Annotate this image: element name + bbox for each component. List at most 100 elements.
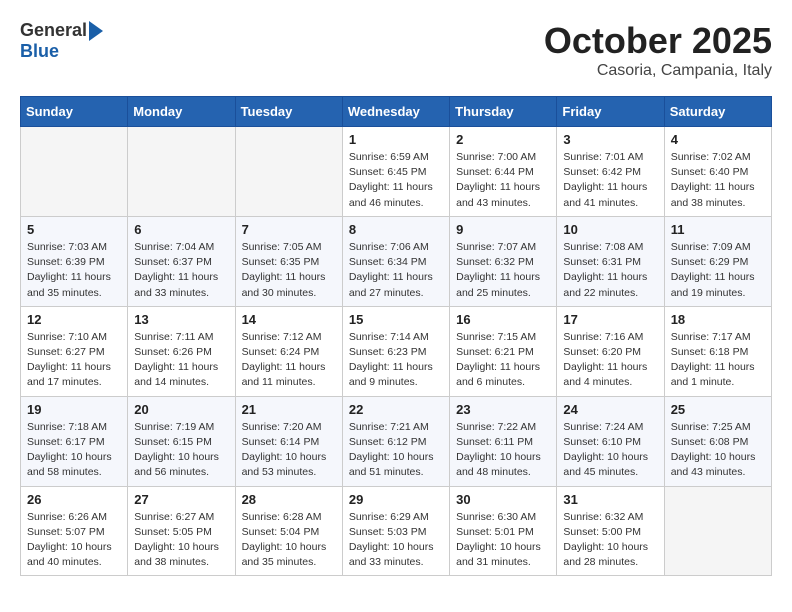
weekday-header: Friday <box>557 97 664 127</box>
weekday-header: Tuesday <box>235 97 342 127</box>
calendar-cell: 7Sunrise: 7:05 AMSunset: 6:35 PMDaylight… <box>235 216 342 306</box>
day-number: 24 <box>563 402 657 417</box>
calendar-cell: 8 Sunrise: 7:06 AMSunset: 6:34 PMDaylight… <box>342 216 449 306</box>
day-info: Sunrise: 6:59 AMSunset: 6:45 PMDaylight:… <box>349 150 443 211</box>
calendar-cell: 3 Sunrise: 7:01 AMSunset: 6:42 PMDaylight… <box>557 127 664 217</box>
calendar-cell <box>128 127 235 217</box>
calendar-cell <box>664 486 771 576</box>
calendar-cell: 31 Sunrise: 6:32 AMSunset: 5:00 PMDayligh… <box>557 486 664 576</box>
day-info: Sunrise: 7:03 AMSunset: 6:39 PMDaylight:… <box>27 240 121 301</box>
day-info: Sunrise: 7:12 AMSunset: 6:24 PMDaylight:… <box>242 330 336 391</box>
day-number: 30 <box>456 492 550 507</box>
calendar-cell: 9 Sunrise: 7:07 AMSunset: 6:32 PMDaylight… <box>450 216 557 306</box>
calendar-cell <box>21 127 128 217</box>
weekday-header: Wednesday <box>342 97 449 127</box>
day-info: Sunrise: 7:11 AMSunset: 6:26 PMDaylight:… <box>134 330 228 391</box>
day-number: 20 <box>134 402 228 417</box>
day-number: 5 <box>27 222 121 237</box>
calendar-cell: 5 Sunrise: 7:03 AMSunset: 6:39 PMDaylight… <box>21 216 128 306</box>
calendar-cell: 22 Sunrise: 7:21 AMSunset: 6:12 PMDayligh… <box>342 396 449 486</box>
calendar-cell: 20 Sunrise: 7:19 AMSunset: 6:15 PMDayligh… <box>128 396 235 486</box>
calendar-cell: 11 Sunrise: 7:09 AMSunset: 6:29 PMDayligh… <box>664 216 771 306</box>
calendar-week-row: 12 Sunrise: 7:10 AMSunset: 6:27 PMDayligh… <box>21 306 772 396</box>
weekday-header: Saturday <box>664 97 771 127</box>
day-info: Sunrise: 7:22 AMSunset: 6:11 PMDaylight:… <box>456 420 550 481</box>
calendar-cell: 23 Sunrise: 7:22 AMSunset: 6:11 PMDayligh… <box>450 396 557 486</box>
calendar-cell: 26 Sunrise: 6:26 AMSunset: 5:07 PMDayligh… <box>21 486 128 576</box>
calendar-week-row: 1 Sunrise: 6:59 AMSunset: 6:45 PMDaylight… <box>21 127 772 217</box>
day-number: 3 <box>563 132 657 147</box>
day-number: 13 <box>134 312 228 327</box>
day-number: 17 <box>563 312 657 327</box>
calendar-cell: 14 Sunrise: 7:12 AMSunset: 6:24 PMDayligh… <box>235 306 342 396</box>
day-number: 8 <box>349 222 443 237</box>
day-number: 27 <box>134 492 228 507</box>
day-number: 15 <box>349 312 443 327</box>
day-info: Sunrise: 7:18 AMSunset: 6:17 PMDaylight:… <box>27 420 121 481</box>
day-info: Sunrise: 7:08 AMSunset: 6:31 PMDaylight:… <box>563 240 657 301</box>
calendar-cell: 13 Sunrise: 7:11 AMSunset: 6:26 PMDayligh… <box>128 306 235 396</box>
day-info: Sunrise: 7:10 AMSunset: 6:27 PMDaylight:… <box>27 330 121 391</box>
day-info: Sunrise: 6:26 AMSunset: 5:07 PMDaylight:… <box>27 510 121 571</box>
day-info: Sunrise: 6:27 AMSunset: 5:05 PMDaylight:… <box>134 510 228 571</box>
day-info: Sunrise: 7:09 AMSunset: 6:29 PMDaylight:… <box>671 240 765 301</box>
day-info: Sunrise: 7:19 AMSunset: 6:15 PMDaylight:… <box>134 420 228 481</box>
day-info: Sunrise: 7:07 AMSunset: 6:32 PMDaylight:… <box>456 240 550 301</box>
day-info: Sunrise: 7:16 AMSunset: 6:20 PMDaylight:… <box>563 330 657 391</box>
day-number: 11 <box>671 222 765 237</box>
calendar-cell <box>235 127 342 217</box>
logo-arrow-icon <box>89 21 103 41</box>
calendar-table: SundayMondayTuesdayWednesdayThursdayFrid… <box>20 96 772 576</box>
day-number: 18 <box>671 312 765 327</box>
calendar-cell: 4Sunrise: 7:02 AMSunset: 6:40 PMDaylight… <box>664 127 771 217</box>
day-info: Sunrise: 7:25 AMSunset: 6:08 PMDaylight:… <box>671 420 765 481</box>
day-number: 31 <box>563 492 657 507</box>
day-info: Sunrise: 6:30 AMSunset: 5:01 PMDaylight:… <box>456 510 550 571</box>
calendar-cell: 21Sunrise: 7:20 AMSunset: 6:14 PMDayligh… <box>235 396 342 486</box>
day-number: 2 <box>456 132 550 147</box>
day-number: 28 <box>242 492 336 507</box>
day-info: Sunrise: 7:15 AMSunset: 6:21 PMDaylight:… <box>456 330 550 391</box>
calendar-cell: 24 Sunrise: 7:24 AMSunset: 6:10 PMDayligh… <box>557 396 664 486</box>
day-number: 9 <box>456 222 550 237</box>
day-info: Sunrise: 7:17 AMSunset: 6:18 PMDaylight:… <box>671 330 765 391</box>
day-number: 12 <box>27 312 121 327</box>
weekday-header: Sunday <box>21 97 128 127</box>
day-info: Sunrise: 7:21 AMSunset: 6:12 PMDaylight:… <box>349 420 443 481</box>
logo: General Blue <box>20 20 103 62</box>
day-info: Sunrise: 7:00 AMSunset: 6:44 PMDaylight:… <box>456 150 550 211</box>
day-info: Sunrise: 7:05 AMSunset: 6:35 PMDaylight:… <box>242 240 336 301</box>
logo-blue-text: Blue <box>20 41 59 62</box>
day-info: Sunrise: 6:28 AMSunset: 5:04 PMDaylight:… <box>242 510 336 571</box>
month-title: October 2025 <box>544 20 772 62</box>
calendar-cell: 1 Sunrise: 6:59 AMSunset: 6:45 PMDaylight… <box>342 127 449 217</box>
day-info: Sunrise: 6:32 AMSunset: 5:00 PMDaylight:… <box>563 510 657 571</box>
day-number: 23 <box>456 402 550 417</box>
day-info: Sunrise: 7:24 AMSunset: 6:10 PMDaylight:… <box>563 420 657 481</box>
calendar-cell: 18 Sunrise: 7:17 AMSunset: 6:18 PMDayligh… <box>664 306 771 396</box>
calendar-cell: 25 Sunrise: 7:25 AMSunset: 6:08 PMDayligh… <box>664 396 771 486</box>
day-info: Sunrise: 7:14 AMSunset: 6:23 PMDaylight:… <box>349 330 443 391</box>
day-number: 1 <box>349 132 443 147</box>
day-number: 26 <box>27 492 121 507</box>
day-number: 21 <box>242 402 336 417</box>
title-section: October 2025 Casoria, Campania, Italy <box>544 20 772 80</box>
calendar-cell: 12 Sunrise: 7:10 AMSunset: 6:27 PMDayligh… <box>21 306 128 396</box>
calendar-cell: 27 Sunrise: 6:27 AMSunset: 5:05 PMDayligh… <box>128 486 235 576</box>
day-number: 25 <box>671 402 765 417</box>
day-info: Sunrise: 7:01 AMSunset: 6:42 PMDaylight:… <box>563 150 657 211</box>
calendar-cell: 29Sunrise: 6:29 AMSunset: 5:03 PMDayligh… <box>342 486 449 576</box>
day-number: 22 <box>349 402 443 417</box>
calendar-cell: 2 Sunrise: 7:00 AMSunset: 6:44 PMDaylight… <box>450 127 557 217</box>
day-number: 14 <box>242 312 336 327</box>
day-number: 29 <box>349 492 443 507</box>
day-info: Sunrise: 7:06 AMSunset: 6:34 PMDaylight:… <box>349 240 443 301</box>
calendar-week-row: 19Sunrise: 7:18 AMSunset: 6:17 PMDayligh… <box>21 396 772 486</box>
calendar-cell: 28 Sunrise: 6:28 AMSunset: 5:04 PMDayligh… <box>235 486 342 576</box>
day-number: 6 <box>134 222 228 237</box>
calendar-week-row: 26 Sunrise: 6:26 AMSunset: 5:07 PMDayligh… <box>21 486 772 576</box>
logo-general-text: General <box>20 20 87 41</box>
day-info: Sunrise: 7:02 AMSunset: 6:40 PMDaylight:… <box>671 150 765 211</box>
day-info: Sunrise: 7:04 AMSunset: 6:37 PMDaylight:… <box>134 240 228 301</box>
weekday-header: Thursday <box>450 97 557 127</box>
